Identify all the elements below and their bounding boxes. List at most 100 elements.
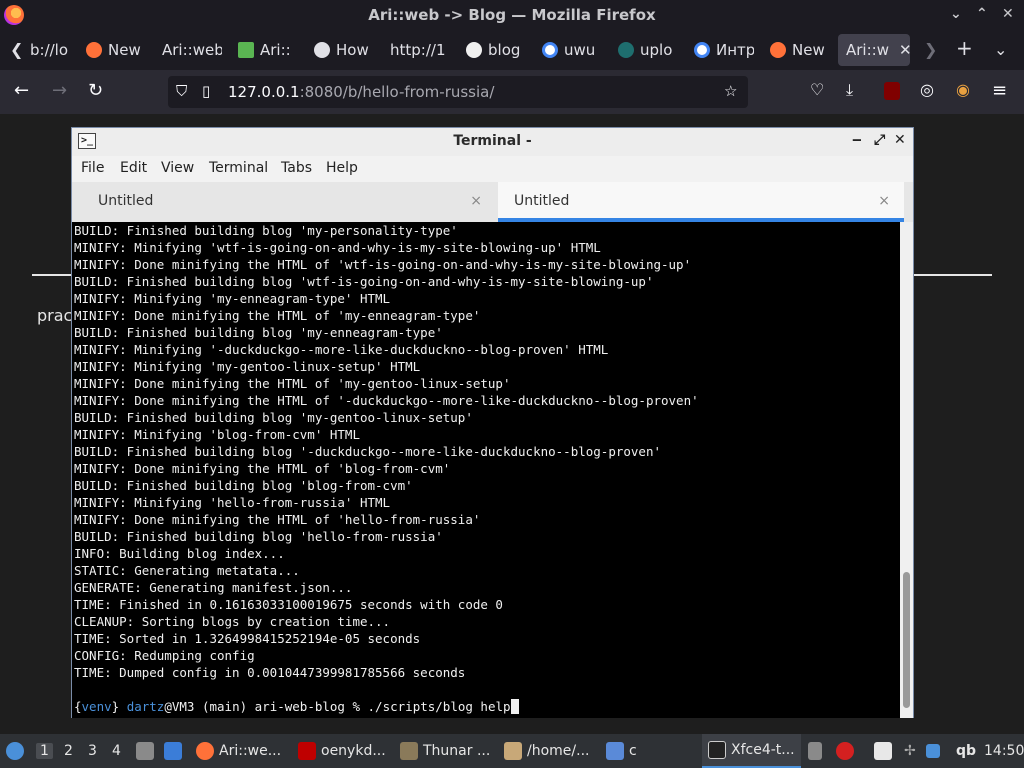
menu-edit[interactable]: Edit — [120, 160, 147, 176]
terminal-output-line: MINIFY: Done minifying the HTML of '-duc… — [74, 393, 699, 408]
tab-label: uwu — [564, 41, 596, 59]
tray-network-icon[interactable]: ✢ — [904, 734, 916, 768]
browser-tab[interactable]: New — [86, 34, 146, 66]
window-list-icon[interactable] — [164, 734, 182, 768]
downloads-icon[interactable]: ⤓ — [846, 80, 853, 100]
ublock-icon[interactable] — [884, 82, 900, 100]
pocket-icon[interactable]: ♡ — [810, 80, 824, 99]
menu-tabs[interactable]: Tabs — [281, 160, 312, 176]
terminal-title: Terminal - — [453, 133, 532, 149]
tray-scroll-icon[interactable] — [808, 734, 822, 768]
maximize-icon[interactable]: ⤢ — [874, 132, 885, 148]
github-icon — [466, 42, 482, 58]
extension-glasses-icon[interactable]: ◎ — [920, 80, 934, 99]
terminal-output-line: TIME: Dumped config in 0.001044739998178… — [74, 665, 466, 680]
forward-icon[interactable]: → — [52, 80, 67, 101]
prompt-brace: { — [74, 699, 82, 714]
reload-icon[interactable]: ↻ — [88, 80, 103, 101]
terminal-icon — [708, 741, 726, 759]
tab-label: Ari:: — [260, 41, 291, 59]
browser-tab[interactable]: Ari::web — [162, 34, 222, 66]
browser-tab-active[interactable]: Ari::w ✕ — [838, 34, 910, 66]
close-tab-icon[interactable]: × — [470, 193, 482, 209]
workspace-3[interactable]: 3 — [88, 743, 97, 759]
tray-qbittorrent[interactable]: qb — [956, 734, 976, 768]
terminal-output-line: BUILD: Finished building blog 'hello-fro… — [74, 529, 443, 544]
close-tab-icon[interactable]: ✕ — [899, 41, 910, 59]
tab-label: Интр — [716, 41, 754, 59]
close-icon[interactable]: ✕ — [894, 132, 906, 148]
terminal-output-line: MINIFY: Done minifying the HTML of 'my-e… — [74, 308, 481, 323]
clock[interactable]: 14:50 — [984, 734, 1024, 768]
terminal-output-line: TIME: Sorted in 1.3264998415252194e-05 s… — [74, 631, 421, 646]
shield-icon[interactable]: ⛉ — [176, 82, 187, 100]
menu-help[interactable]: Help — [326, 160, 358, 176]
terminal-titlebar[interactable]: >_ Terminal - ‒ ⤢ ✕ — [72, 128, 913, 156]
browser-tab[interactable]: Ari:: — [238, 34, 298, 66]
menu-file[interactable]: File — [81, 160, 104, 176]
menu-terminal[interactable]: Terminal — [209, 160, 268, 176]
close-tab-icon[interactable]: × — [878, 193, 890, 209]
task-label: Xfce4-t... — [731, 742, 795, 758]
terminal-output[interactable]: BUILD: Finished building blog 'my-person… — [72, 222, 900, 718]
task-thunar[interactable]: Thunar ... — [400, 734, 490, 768]
maximize-icon[interactable]: ⌃ — [976, 6, 988, 22]
terminal-tab[interactable]: Untitled × — [72, 182, 496, 222]
terminal-output-line: MINIFY: Done minifying the HTML of 'blog… — [74, 461, 451, 476]
browser-tab[interactable]: How — [314, 34, 374, 66]
minimize-icon[interactable]: ⌄ — [950, 6, 962, 22]
task-label: c — [629, 743, 637, 759]
task-archive[interactable]: /home/... — [504, 734, 589, 768]
app-menu-icon[interactable] — [6, 734, 24, 768]
taskbar: 1 2 3 4 Ari::we... oenykd... Thunar ... … — [0, 734, 1024, 768]
list-tabs-icon[interactable]: ⌄ — [994, 40, 1007, 59]
menu-icon[interactable]: ≡ — [992, 80, 1007, 101]
tray-clipboard-icon[interactable] — [874, 734, 892, 768]
url-text[interactable]: 127.0.0.1:8080/b/hello-from-russia/ — [228, 83, 494, 101]
terminal-output-line: BUILD: Finished building blog 'my-person… — [74, 223, 458, 238]
menu-view[interactable]: View — [161, 160, 194, 176]
bookmark-star-icon[interactable]: ☆ — [724, 82, 737, 100]
tray-update-icon[interactable] — [926, 734, 940, 768]
scrollbar-thumb[interactable] — [903, 572, 910, 708]
tab-label: How — [336, 41, 369, 59]
tray-alert-icon[interactable] — [836, 734, 854, 768]
browser-tab[interactable]: blog — [466, 34, 522, 66]
update-icon — [926, 744, 940, 758]
workspace-4[interactable]: 4 — [112, 743, 121, 759]
new-tab-icon[interactable]: + — [956, 36, 973, 60]
browser-tab[interactable]: New — [770, 34, 830, 66]
back-icon[interactable]: ← — [14, 80, 29, 101]
extension-fox-icon[interactable]: ◉ — [956, 80, 970, 99]
tabs-scroll-left-icon[interactable]: ❮ — [10, 40, 23, 59]
terminal-output-line: CLEANUP: Sorting blogs by creation time.… — [74, 614, 391, 629]
terminal-output-line: MINIFY: Done minifying the HTML of 'my-g… — [74, 376, 511, 391]
show-desktop-icon[interactable] — [136, 734, 154, 768]
browser-tab[interactable]: Интр — [694, 34, 754, 66]
terminal-tab-active[interactable]: Untitled × — [498, 182, 904, 222]
browser-tab[interactable]: uwu — [542, 34, 598, 66]
browser-tab[interactable]: http://1 — [390, 34, 446, 66]
archive-icon — [504, 742, 522, 760]
firefox-icon — [770, 42, 786, 58]
whisker-menu-icon — [6, 742, 24, 760]
page-info-icon[interactable]: ▯ — [202, 82, 210, 100]
task-firefox[interactable]: Ari::we... — [196, 734, 281, 768]
tabs-scroll-right-icon[interactable]: ❯ — [924, 40, 937, 59]
task-label: /home/... — [527, 743, 590, 759]
browser-tab[interactable]: uplo — [618, 34, 674, 66]
minimize-icon[interactable]: ‒ — [852, 132, 862, 148]
task-folder[interactable]: c — [606, 734, 637, 768]
prompt-venv: venv — [81, 699, 112, 714]
workspace-2[interactable]: 2 — [64, 743, 73, 759]
task-terminal[interactable]: Xfce4-t... — [702, 734, 801, 768]
workspace-1[interactable]: 1 — [36, 743, 53, 759]
terminal-scrollbar[interactable] — [900, 222, 913, 718]
close-icon[interactable]: ✕ — [1002, 6, 1014, 22]
browser-tab[interactable]: b://lo — [30, 34, 70, 66]
scroll-icon — [808, 742, 822, 760]
how-icon — [314, 42, 330, 58]
task-filezilla[interactable]: oenykd... — [298, 734, 386, 768]
url-bar[interactable]: ⛉ ▯ 127.0.0.1:8080/b/hello-from-russia/ … — [168, 76, 748, 108]
task-label: Thunar ... — [423, 743, 491, 759]
